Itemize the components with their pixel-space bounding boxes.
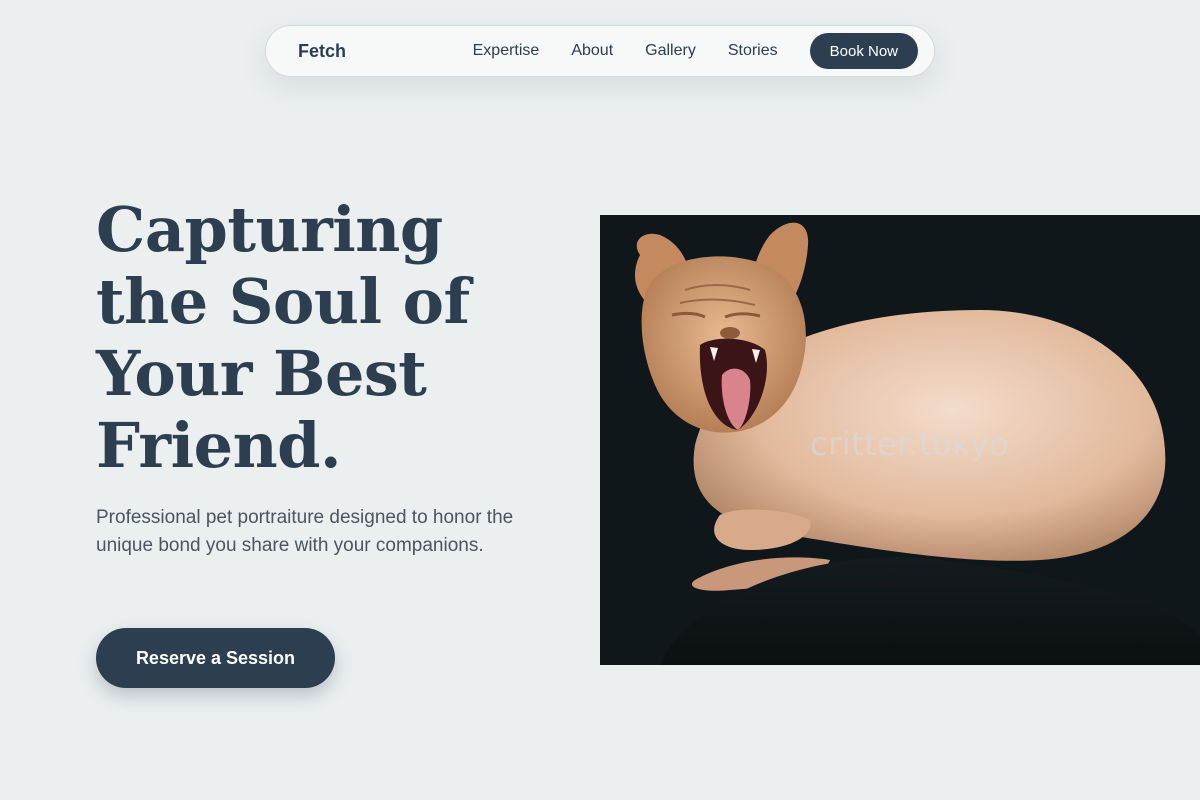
reserve-session-button[interactable]: Reserve a Session — [96, 628, 335, 688]
top-navbar: Fetch Expertise About Gallery Stories Bo… — [265, 25, 935, 77]
book-now-button[interactable]: Book Now — [809, 33, 918, 69]
hero-subtitle: Professional pet portraiture designed to… — [96, 507, 514, 556]
photo-watermark: critter.tokyo — [810, 425, 1010, 463]
nav-link-stories[interactable]: Stories — [728, 42, 778, 60]
nav-link-gallery[interactable]: Gallery — [645, 42, 696, 60]
nav-link-expertise[interactable]: Expertise — [473, 42, 540, 60]
brand-logo[interactable]: Fetch — [298, 41, 346, 62]
nav-links: Expertise About Gallery Stories Book Now — [473, 33, 918, 69]
landing-page: Fetch Expertise About Gallery Stories Bo… — [0, 0, 1200, 800]
hero-photo: critter.tokyo — [600, 215, 1200, 665]
nav-link-about[interactable]: About — [571, 42, 613, 60]
hero-title: Capturing the Soul of Your Best Friend. — [96, 193, 470, 482]
